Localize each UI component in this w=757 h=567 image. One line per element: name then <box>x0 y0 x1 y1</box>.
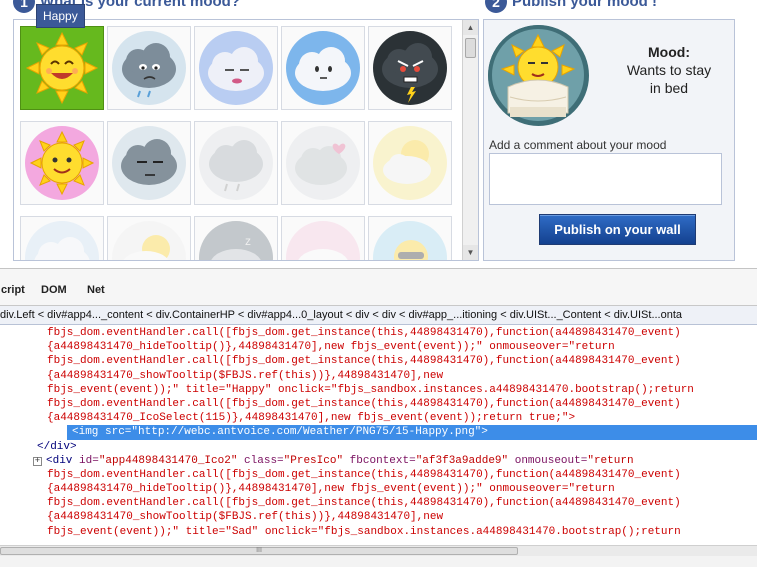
div-node-ico2[interactable]: + <div id="app44898431470_Ico2" class="Pr… <box>0 454 757 468</box>
attr-class: class= <box>237 454 284 467</box>
devtools-panel: cript DOM Net div.Left < div#app4..._con… <box>0 268 757 567</box>
tab-net[interactable]: Net <box>87 284 105 296</box>
mood-description: Mood: Wants to stay in bed <box>624 43 714 97</box>
heart-cloud-icon <box>286 126 360 200</box>
cloud-icon <box>25 221 99 260</box>
selected-mood-image <box>488 25 589 126</box>
mood-tired[interactable] <box>107 121 191 205</box>
mood-happy[interactable] <box>20 26 104 110</box>
scroll-up-arrow-icon[interactable]: ▲ <box>463 20 478 35</box>
svg-text:z: z <box>245 234 251 248</box>
step-2-number: 2 <box>485 0 507 13</box>
attr-fbcontext: fbcontext= <box>343 454 416 467</box>
dom-breadcrumb[interactable]: div.Left < div#app4..._content < div.Con… <box>0 306 757 325</box>
code-line: {a44898431470_hideTooltip()},44898431470… <box>47 483 615 496</box>
attr-fbcontext-value: "af3f3a9adde9" <box>415 454 509 467</box>
scroll-thumb[interactable] <box>465 38 476 58</box>
sleepy-cloud-icon <box>199 31 273 105</box>
tag-name: <div <box>46 454 73 467</box>
pink-cloud-icon <box>286 221 360 260</box>
code-line: fbjs_event(event));" title="Happy" oncli… <box>47 383 694 396</box>
status-bar <box>0 556 757 567</box>
happy-sun-icon <box>25 31 99 105</box>
code-line: {a44898431470_hideTooltip()},44898431470… <box>47 341 615 354</box>
attr-onmouseout: onmouseout= <box>508 454 588 467</box>
mood-faded-heart[interactable] <box>281 121 365 205</box>
devtools-tab-bar: cript DOM Net <box>0 269 757 306</box>
code-line: {a44898431470_IcoSelect(115)},4489843147… <box>47 412 576 425</box>
html-source-view: fbjs_dom.eventHandler.call([fbjs_dom.get… <box>0 326 757 544</box>
horizontal-scroll-thumb[interactable]: III <box>0 547 518 555</box>
attr-id-value: "app44898431470_Ico2" <box>98 454 238 467</box>
rain-cloud-icon <box>199 126 273 200</box>
expand-node-icon[interactable]: + <box>33 456 42 466</box>
attr-onmouseout-value: "return <box>587 454 634 467</box>
mood-faded-pink[interactable] <box>281 216 365 260</box>
code-line: fbjs_dom.eventHandler.call([fbjs_dom.get… <box>47 497 681 510</box>
attr-id: id= <box>72 454 99 467</box>
mood-faded-partly[interactable] <box>368 121 452 205</box>
tab-dom[interactable]: DOM <box>41 284 67 296</box>
mood-faded-zzz[interactable]: z <box>194 216 278 260</box>
code-line: fbjs_dom.eventHandler.call([fbjs_dom.get… <box>47 397 681 410</box>
mood-tooltip: Happy <box>36 4 85 28</box>
step-2-title: Publish your mood ! <box>512 0 657 10</box>
mood-label-text: Wants to stay in bed <box>626 62 712 96</box>
sleep-cloud-icon: z <box>199 221 273 260</box>
mood-calm[interactable] <box>281 26 365 110</box>
selected-img-node[interactable]: <img src="http://webc.antvoice.com/Weath… <box>67 425 757 440</box>
horizontal-scrollbar[interactable]: III <box>0 545 757 556</box>
mood-picker-panel: z ▲ ▼ <box>13 19 479 261</box>
mood-sad[interactable] <box>107 26 191 110</box>
bed-sun-icon <box>488 25 588 125</box>
publish-panel: Mood: Wants to stay in bed Add a comment… <box>483 19 735 261</box>
sad-cloud-icon <box>112 31 186 105</box>
cool-sun-icon <box>373 221 447 260</box>
code-line: fbjs_dom.eventHandler.call([fbjs_dom.get… <box>47 468 681 481</box>
calm-cloud-icon <box>286 31 360 105</box>
scroll-down-arrow-icon[interactable]: ▼ <box>463 245 478 260</box>
love-sun-icon <box>25 126 99 200</box>
code-line: fbjs_dom.eventHandler.call([fbjs_dom.get… <box>47 355 681 368</box>
comment-label: Add a comment about your mood <box>489 138 667 152</box>
attr-class-value: "PresIco" <box>283 454 344 467</box>
angry-storm-icon <box>373 31 447 105</box>
close-div-tag: </div> <box>37 440 77 453</box>
comment-input[interactable] <box>489 153 722 205</box>
mood-faded-cloud[interactable] <box>20 216 104 260</box>
sun-cloud-icon <box>112 221 186 260</box>
screen: 1 What is your current mood? 2 Publish you… <box>0 0 757 567</box>
mood-faded-cool[interactable] <box>368 216 452 260</box>
mood-sleepy[interactable] <box>194 26 278 110</box>
code-line: {a44898431470_showTooltip($FBJS.ref(this… <box>47 511 444 524</box>
code-line: fbjs_event(event));" title="Sad" onclick… <box>47 525 681 538</box>
step-1-number: 1 <box>13 0 35 13</box>
partly-sunny-icon <box>373 126 447 200</box>
tired-cloud-icon <box>112 126 186 200</box>
mood-grid-scrollbar[interactable]: ▲ ▼ <box>462 20 478 260</box>
code-line: fbjs_dom.eventHandler.call([fbjs_dom.get… <box>47 327 681 339</box>
step-2-header: 2 Publish your mood ! <box>485 0 657 13</box>
publish-button[interactable]: Publish on your wall <box>539 214 696 245</box>
mood-angry[interactable] <box>368 26 452 110</box>
mood-faded-sun[interactable] <box>107 216 191 260</box>
mood-label-title: Mood: <box>648 44 690 60</box>
mood-faded-rain[interactable] <box>194 121 278 205</box>
mood-love[interactable] <box>20 121 104 205</box>
tab-script[interactable]: cript <box>1 284 25 296</box>
code-line: {a44898431470_showTooltip($FBJS.ref(this… <box>47 369 444 382</box>
